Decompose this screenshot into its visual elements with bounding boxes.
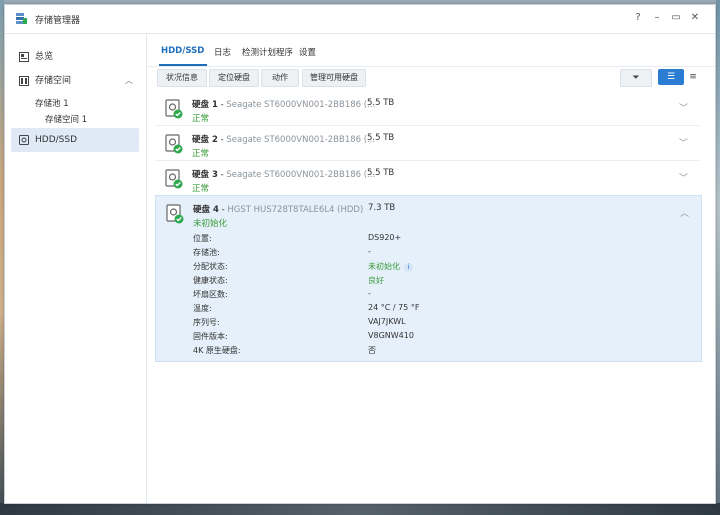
disk-status: 正常 — [192, 184, 210, 194]
detail-value-bad-sectors: - — [368, 289, 371, 298]
detail-label-location: 位置: — [193, 234, 212, 243]
disk-label: 硬盘 3 — [192, 170, 218, 180]
sidebar-item-label: 存储空间 — [35, 76, 72, 86]
hdd-healthy-icon — [165, 99, 183, 119]
desktop-bottom-edge — [0, 503, 720, 515]
status-info-button[interactable]: 状况信息 — [157, 69, 207, 87]
tabs-divider — [147, 66, 715, 67]
disk-size: 7.3 TB — [368, 203, 396, 213]
title-bar[interactable]: 存储管理器 ? – ▭ ✕ — [5, 5, 715, 34]
sidebar-item-overview[interactable]: 总览 — [11, 46, 139, 68]
action-button[interactable]: 动作 — [261, 69, 299, 87]
allocation-status-text: 未初始化 — [368, 262, 400, 271]
disk-name: 硬盘 4 - HGST HUS728T8TALE6L4 (HDD) — [193, 205, 364, 215]
info-icon[interactable]: i — [404, 263, 413, 272]
detail-view-icon[interactable]: ≡ — [680, 69, 706, 85]
disk-label: 硬盘 4 — [193, 205, 219, 215]
main-content: HDD/SSD 日志 检测计划程序 设置 状况信息 定位硬盘 动作 管理可用硬盘… — [147, 34, 715, 503]
hdd-healthy-icon — [165, 134, 183, 154]
desktop-right-edge — [716, 0, 720, 515]
detail-value-health: 良好 — [368, 276, 384, 285]
disk-size: 5.5 TB — [367, 98, 395, 108]
sidebar-item-label: 总览 — [35, 52, 54, 62]
tab-settings[interactable]: 设置 — [299, 46, 316, 58]
overview-icon — [19, 52, 29, 62]
chevron-up-icon[interactable]: ︿ — [680, 206, 689, 219]
sidebar-item-label: HDD/SSD — [35, 135, 78, 145]
detail-label-bad-sectors: 坏扇区数: — [193, 290, 228, 299]
disk-status: 正常 — [192, 149, 210, 159]
detail-label-allocation: 分配状态: — [193, 262, 228, 271]
sidebar-item-hdd-ssd[interactable]: HDD/SSD — [11, 128, 139, 152]
help-icon[interactable]: ? — [631, 12, 645, 23]
detail-label-serial: 序列号: — [193, 318, 220, 327]
detail-value-location: DS920+ — [368, 233, 402, 242]
chevron-down-icon[interactable]: ﹀ — [679, 101, 688, 114]
chevron-down-icon[interactable]: ﹀ — [679, 171, 688, 184]
detail-value-allocation: 未初始化 i — [368, 261, 413, 272]
detail-value-serial: VAJ7JKWL — [368, 317, 406, 326]
chevron-down-icon[interactable]: ﹀ — [679, 136, 688, 149]
tab-log[interactable]: 日志 — [214, 46, 231, 58]
disk-label: 硬盘 2 — [192, 135, 218, 145]
disk-model: Seagate ST6000VN001-2BB186 (... — [226, 100, 376, 110]
detail-value-4k-native: 否 — [368, 346, 376, 355]
minimize-icon[interactable]: – — [650, 12, 664, 23]
storage-manager-app-icon — [16, 13, 27, 24]
locate-disk-button[interactable]: 定位硬盘 — [209, 69, 259, 87]
hdd-healthy-icon — [165, 169, 183, 189]
detail-label-4k-native: 4K 原生硬盘: — [193, 346, 241, 355]
tab-test-scheduler[interactable]: 检测计划程序 — [242, 46, 293, 58]
disk-name: 硬盘 2 - Seagate ST6000VN001-2BB186 (... — [192, 135, 376, 145]
disk-name: 硬盘 1 - Seagate ST6000VN001-2BB186 (... — [192, 100, 376, 110]
disk-model: Seagate ST6000VN001-2BB186 (... — [226, 135, 376, 145]
disk-row[interactable]: 硬盘 3 - Seagate ST6000VN001-2BB186 (... 5… — [155, 161, 700, 196]
disk-status: 正常 — [192, 114, 210, 124]
hdd-icon — [19, 135, 29, 145]
disk-row[interactable]: 硬盘 1 - Seagate ST6000VN001-2BB186 (... 5… — [155, 91, 700, 126]
disk-label: 硬盘 1 — [192, 100, 218, 110]
detail-label-temperature: 温度: — [193, 304, 212, 313]
detail-value-storage-pool: - — [368, 247, 371, 256]
disk-row[interactable]: 硬盘 2 - Seagate ST6000VN001-2BB186 (... 5… — [155, 126, 700, 161]
detail-label-storage-pool: 存储池: — [193, 248, 220, 257]
disk-row-expanded[interactable]: 硬盘 4 - HGST HUS728T8TALE6L4 (HDD) 7.3 TB… — [155, 195, 702, 362]
chevron-up-icon[interactable]: ︿ — [125, 70, 133, 92]
filter-icon[interactable]: ⏷ — [620, 69, 652, 87]
sidebar-item-storage[interactable]: 存储空间 ︿ — [11, 70, 139, 92]
window-title: 存储管理器 — [35, 16, 81, 26]
disk-model: Seagate ST6000VN001-2BB186 (... — [226, 170, 376, 180]
hdd-ok-icon — [166, 204, 184, 224]
watermark: 新浪 众观 — [648, 486, 710, 501]
maximize-icon[interactable]: ▭ — [669, 12, 683, 23]
storage-icon — [19, 76, 29, 86]
sidebar-item-volume[interactable]: 存储空间 1 — [45, 113, 87, 125]
sidebar-item-storage-pool[interactable]: 存储池 1 — [35, 97, 69, 109]
disk-size: 5.5 TB — [367, 168, 395, 178]
manage-available-disks-button[interactable]: 管理可用硬盘 — [302, 69, 366, 87]
sidebar: 总览 存储空间 ︿ 存储池 1 存储空间 1 HDD/SSD — [5, 34, 147, 503]
storage-manager-window: 存储管理器 ? – ▭ ✕ 总览 存储空间 ︿ 存储池 1 存储空间 1 HDD… — [4, 4, 716, 504]
tab-hdd-ssd[interactable]: HDD/SSD — [161, 46, 204, 56]
close-icon[interactable]: ✕ — [688, 12, 702, 23]
detail-label-firmware: 固件版本: — [193, 332, 228, 341]
detail-value-temperature: 24 °C / 75 °F — [368, 303, 420, 312]
disk-status: 未初始化 — [193, 219, 228, 229]
disk-name: 硬盘 3 - Seagate ST6000VN001-2BB186 (... — [192, 170, 376, 180]
disk-size: 5.5 TB — [367, 133, 395, 143]
detail-value-firmware: V8GNW410 — [368, 331, 414, 340]
disk-model: HGST HUS728T8TALE6L4 (HDD) — [227, 205, 364, 215]
detail-label-health: 健康状态: — [193, 276, 228, 285]
